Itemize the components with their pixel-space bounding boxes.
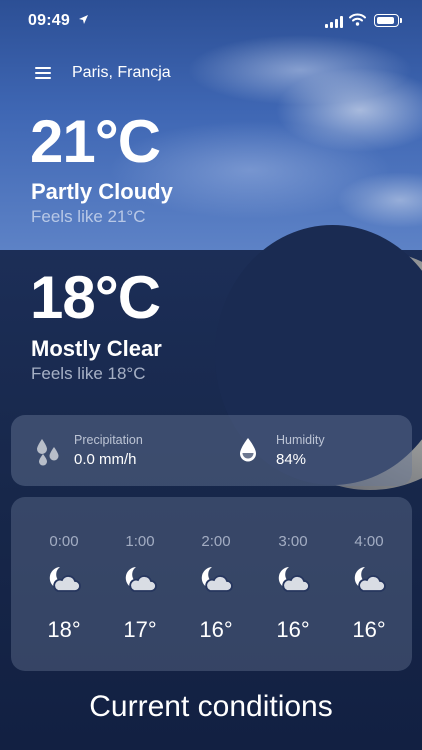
moon-cloud-icon [276,565,310,593]
humidity-detail: Humidity 84% [211,415,412,486]
precipitation-label: Precipitation [74,433,143,447]
battery-level [376,16,394,24]
night-temperature: 18°C [30,264,161,331]
hour-temp: 16° [352,617,386,642]
hour-temp: 18° [47,617,81,642]
cellular-signal-icon [325,16,343,28]
humidity-drop-icon [238,437,262,465]
hour-time: 0:00 [49,533,79,550]
hourly-item[interactable]: 1:00 17° [105,497,175,671]
status-time: 09:49 [28,12,70,29]
hour-time: 4:00 [354,533,384,550]
hour-time: 1:00 [125,533,155,550]
location-arrow-icon [78,14,89,28]
moon-cloud-icon [47,565,81,593]
hourly-item[interactable]: 4:00 16° [334,497,404,671]
hour-temp: 16° [276,617,310,642]
hour-temp: 16° [199,617,233,642]
location-title[interactable]: Paris, Francja [72,64,171,82]
hour-temp: 17° [123,617,157,642]
night-feels-like: Feels like 18°C [31,364,146,383]
day-condition: Partly Cloudy [31,179,173,204]
day-temperature: 21°C [30,108,161,175]
hourly-item[interactable]: 0:00 18° [29,497,99,671]
hourly-item[interactable]: 3:00 16° [258,497,328,671]
status-bar: 09:49 [0,0,422,44]
raindrops-icon [34,437,64,467]
moon-cloud-icon [123,565,157,593]
hourly-forecast-card[interactable]: 0:00 18° 1:00 17° 2:00 16° 3:00 16° 4:00… [11,497,412,671]
moon-cloud-icon [199,565,233,593]
precipitation-detail: Precipitation 0.0 mm/h [11,415,211,486]
hamburger-menu-icon[interactable] [35,66,51,80]
night-condition: Mostly Clear [31,336,162,361]
battery-icon [374,14,402,27]
section-title: Current conditions [89,690,333,723]
day-feels-like: Feels like 21°C [31,207,146,226]
hour-time: 3:00 [278,533,308,550]
moon-cloud-icon [352,565,386,593]
wifi-icon [349,13,366,31]
precipitation-value: 0.0 mm/h [74,451,137,468]
hourly-item[interactable]: 2:00 16° [181,497,251,671]
weather-screen: 09:49 Paris, Francja 21°C Partly Cloudy [0,0,422,750]
humidity-value: 84% [276,451,307,468]
humidity-label: Humidity [276,433,325,447]
hour-time: 2:00 [201,533,231,550]
details-card: Precipitation 0.0 mm/h Humidity 84% [11,415,412,486]
